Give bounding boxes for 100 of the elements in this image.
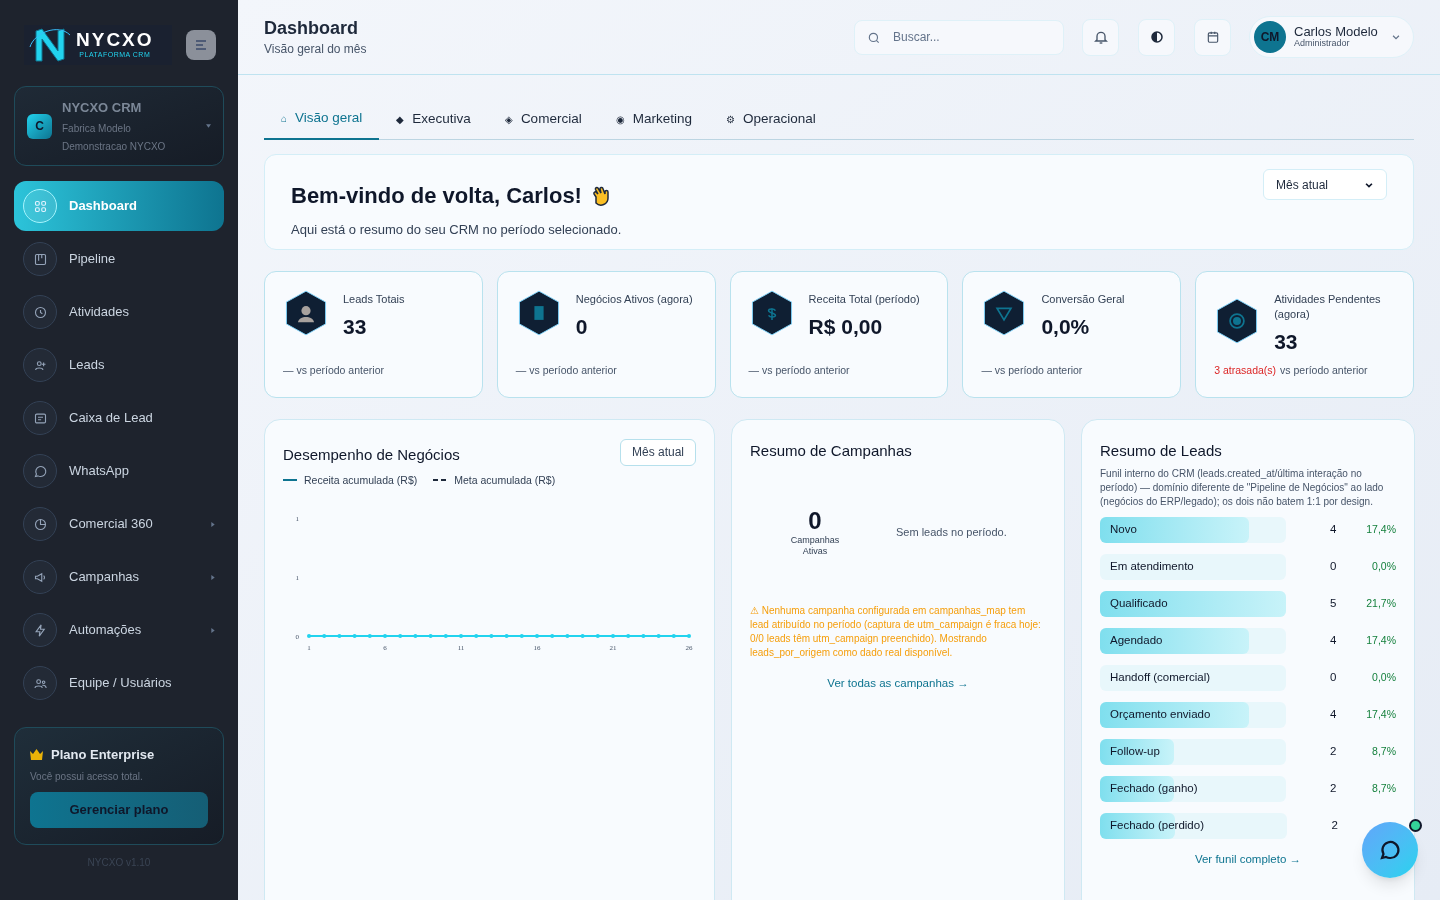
sidebar-item[interactable]: Atividades — [14, 287, 224, 337]
data-point — [687, 634, 691, 639]
welcome-subtitle: Aqui está o resumo do seu CRM no período selecionado. — [291, 221, 622, 239]
comparison-note: — vs período anterior — [748, 363, 850, 379]
organization-switcher[interactable]: C NYCXO CRM Fabrica Modelo Demonstracao NYCXO — [14, 86, 224, 166]
sidebar-item[interactable]: WhatsApp — [14, 446, 224, 496]
campaign-count-label: Campanhas Ativas — [789, 534, 841, 558]
organization-subtitle: Demonstracao NYCXO — [62, 139, 167, 154]
user-role: Administrador — [1294, 39, 1350, 49]
crown-icon — [30, 749, 43, 761]
stage-label: Agendado — [1109, 632, 1163, 648]
tab[interactable]: ◈ Comercial — [487, 99, 599, 140]
campaigns-link[interactable]: Ver todas as campanhas → — [827, 674, 969, 693]
stage-percent: 17,4% — [1365, 632, 1396, 648]
legend-label: Receita acumulada (R$) — [304, 472, 418, 488]
caret-icon — [206, 124, 211, 128]
page-title: Dashboard — [264, 17, 360, 40]
menu-icon — [195, 40, 207, 50]
tab-icon: ⌂ — [281, 111, 288, 126]
bell-icon — [1092, 29, 1109, 45]
data-point — [413, 634, 418, 639]
calendar-button[interactable] — [1194, 18, 1231, 56]
stage-label: Fechado (ganho) — [1109, 780, 1198, 796]
stage-percent: 17,4% — [1365, 521, 1396, 537]
kpi-value: 0 — [575, 314, 589, 340]
board-icon — [32, 251, 48, 267]
data-point — [367, 634, 372, 639]
organization-company: Fabrica Modelo — [62, 121, 132, 136]
stage-label: Fechado (perdido) — [1109, 817, 1204, 833]
collapse-menu-button[interactable] — [186, 30, 216, 60]
data-point — [428, 634, 433, 639]
notifications-button[interactable] — [1082, 18, 1119, 56]
search-field[interactable]: Buscar... — [854, 19, 1064, 55]
sidebar-item[interactable]: Campanhas — [14, 552, 224, 602]
lightning-icon — [32, 622, 48, 638]
stage-label: Novo — [1109, 521, 1137, 537]
data-point — [504, 634, 509, 639]
data-point — [671, 634, 676, 639]
data-point — [489, 634, 494, 639]
funnel-link[interactable]: Ver funil completo → — [1194, 850, 1302, 868]
stage-count: 4 — [1329, 521, 1337, 537]
tab[interactable]: ◉ Marketing — [598, 99, 709, 140]
grid-icon — [32, 198, 48, 214]
comparison-note: — vs período anterior — [981, 363, 1083, 379]
stage-percent: 8,7% — [1371, 780, 1396, 796]
user-menu[interactable]: CM Carlos Modelo Administrador — [1249, 16, 1414, 58]
contrast-icon — [1150, 31, 1163, 43]
data-point — [307, 634, 311, 639]
kpi-label: Receita Total (período) — [808, 292, 920, 307]
stage-count: 0 — [1329, 669, 1337, 685]
data-point — [519, 634, 524, 639]
tab[interactable]: ◆ Executiva — [379, 99, 488, 140]
user-avatar: CM — [1254, 21, 1286, 53]
card-title: Resumo de Campanhas — [750, 441, 913, 461]
stage-percent: 21,7% — [1365, 595, 1396, 611]
campaign-count: 0 — [808, 506, 822, 535]
tab-icon: ◉ — [615, 112, 625, 127]
period-button[interactable]: Mês atual — [619, 438, 696, 466]
pie-icon — [32, 516, 48, 532]
plan-title: Plano Enterprise — [51, 746, 155, 764]
sidebar-item[interactable]: Caixa de Lead — [14, 393, 224, 443]
data-point — [474, 634, 479, 639]
kpi-label: Atividades Pendentes (agora) — [1274, 292, 1382, 322]
logo-name: NYCXO — [76, 29, 154, 50]
page-subtitle: Visão geral do mês — [264, 41, 367, 58]
empty-message: Sem leads no período. — [896, 524, 1007, 540]
sidebar-item[interactable]: Leads — [14, 340, 224, 390]
solid-line-icon — [283, 479, 297, 482]
sidebar-item[interactable]: Automações — [14, 605, 224, 655]
welcome-title: Bem-vindo de volta, Carlos! — [291, 182, 582, 210]
stage-label: Qualificado — [1109, 595, 1168, 611]
tab[interactable]: ⌂ Visão geral — [264, 99, 380, 140]
logo-mark-icon — [28, 25, 72, 65]
data-point — [352, 634, 357, 639]
organization-avatar: C — [27, 113, 52, 139]
tab[interactable]: ⚙ Operacional — [708, 99, 833, 140]
kpi-value: 0,0% — [1041, 314, 1091, 340]
kpi-value: 33 — [343, 314, 368, 340]
stage-percent: 0,0% — [1371, 669, 1396, 685]
stage-count: 5 — [1329, 595, 1337, 611]
data-point — [443, 634, 448, 639]
kpi-label: Conversão Geral — [1041, 292, 1125, 307]
alert-count: 3 atrasada(s) — [1214, 363, 1277, 379]
stage-percent: 0,0% — [1371, 558, 1396, 574]
data-point — [641, 634, 646, 639]
data-point — [337, 634, 342, 639]
comparison-note: — vs período anterior — [283, 363, 384, 379]
sidebar-item[interactable]: Pipeline — [14, 234, 224, 284]
calendar-icon — [1205, 30, 1220, 44]
data-point — [322, 634, 327, 639]
stage-count: 0 — [1329, 558, 1337, 574]
card-title: Desempenho de Negócios — [283, 445, 460, 465]
theme-toggle-button[interactable] — [1138, 18, 1175, 56]
kpi-label: Leads Totais — [343, 292, 405, 307]
period-select[interactable]: Mês atual — [1263, 169, 1387, 200]
sidebar-item[interactable]: Equipe / Usuários — [14, 658, 224, 708]
clock-icon — [32, 304, 48, 320]
stage-count: 4 — [1329, 632, 1337, 648]
sidebar-item[interactable]: Comercial 360 — [14, 499, 224, 549]
stage-label: Orçamento enviado — [1109, 706, 1211, 722]
